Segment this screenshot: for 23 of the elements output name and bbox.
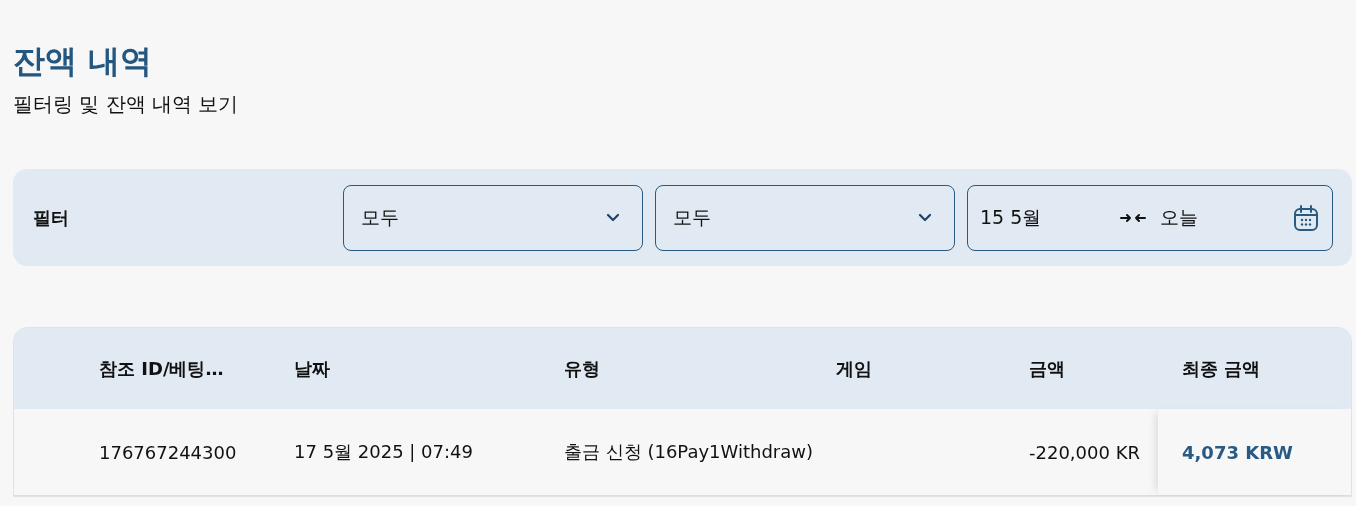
table-cell-text: 출금 신청 (16Pay1Withdraw) [564, 440, 815, 464]
chevron-down-icon [918, 213, 932, 222]
column-header: 게임 [835, 356, 872, 381]
chevron-down-icon [606, 213, 620, 222]
column-header: 최종 금액 [1181, 356, 1262, 381]
table-cell-text: -220,000 KR [1028, 441, 1141, 463]
column-header: 유형 [564, 356, 601, 381]
page-title: 잔액 내역 [13, 41, 154, 82]
date-to: 오늘 [1160, 204, 1199, 230]
table-cell: 4,073 KRW [1158, 409, 1351, 495]
select-dropdown[interactable]: 모두 [655, 184, 955, 251]
table-cell-text: 17 5월 2025 | 07:49 [294, 440, 474, 464]
filter-label: 필터 [33, 205, 70, 230]
column-header: 날짜 [294, 356, 331, 381]
calendar-icon[interactable] [1293, 203, 1319, 232]
column-header: 금액 [1028, 356, 1066, 381]
arrows-inward-icon [1120, 211, 1146, 224]
select-dropdown[interactable]: 모두 [343, 184, 643, 251]
date-range-field[interactable]: 15 5월 오늘 [967, 184, 1333, 251]
page-subtitle: 필터링 및 잔액 내역 보기 [13, 91, 240, 118]
column-header: 참조 ID/베팅… [99, 356, 225, 381]
date-from: 15 5월 [980, 204, 1043, 230]
table-cell-text: 176767244300 [99, 441, 238, 463]
